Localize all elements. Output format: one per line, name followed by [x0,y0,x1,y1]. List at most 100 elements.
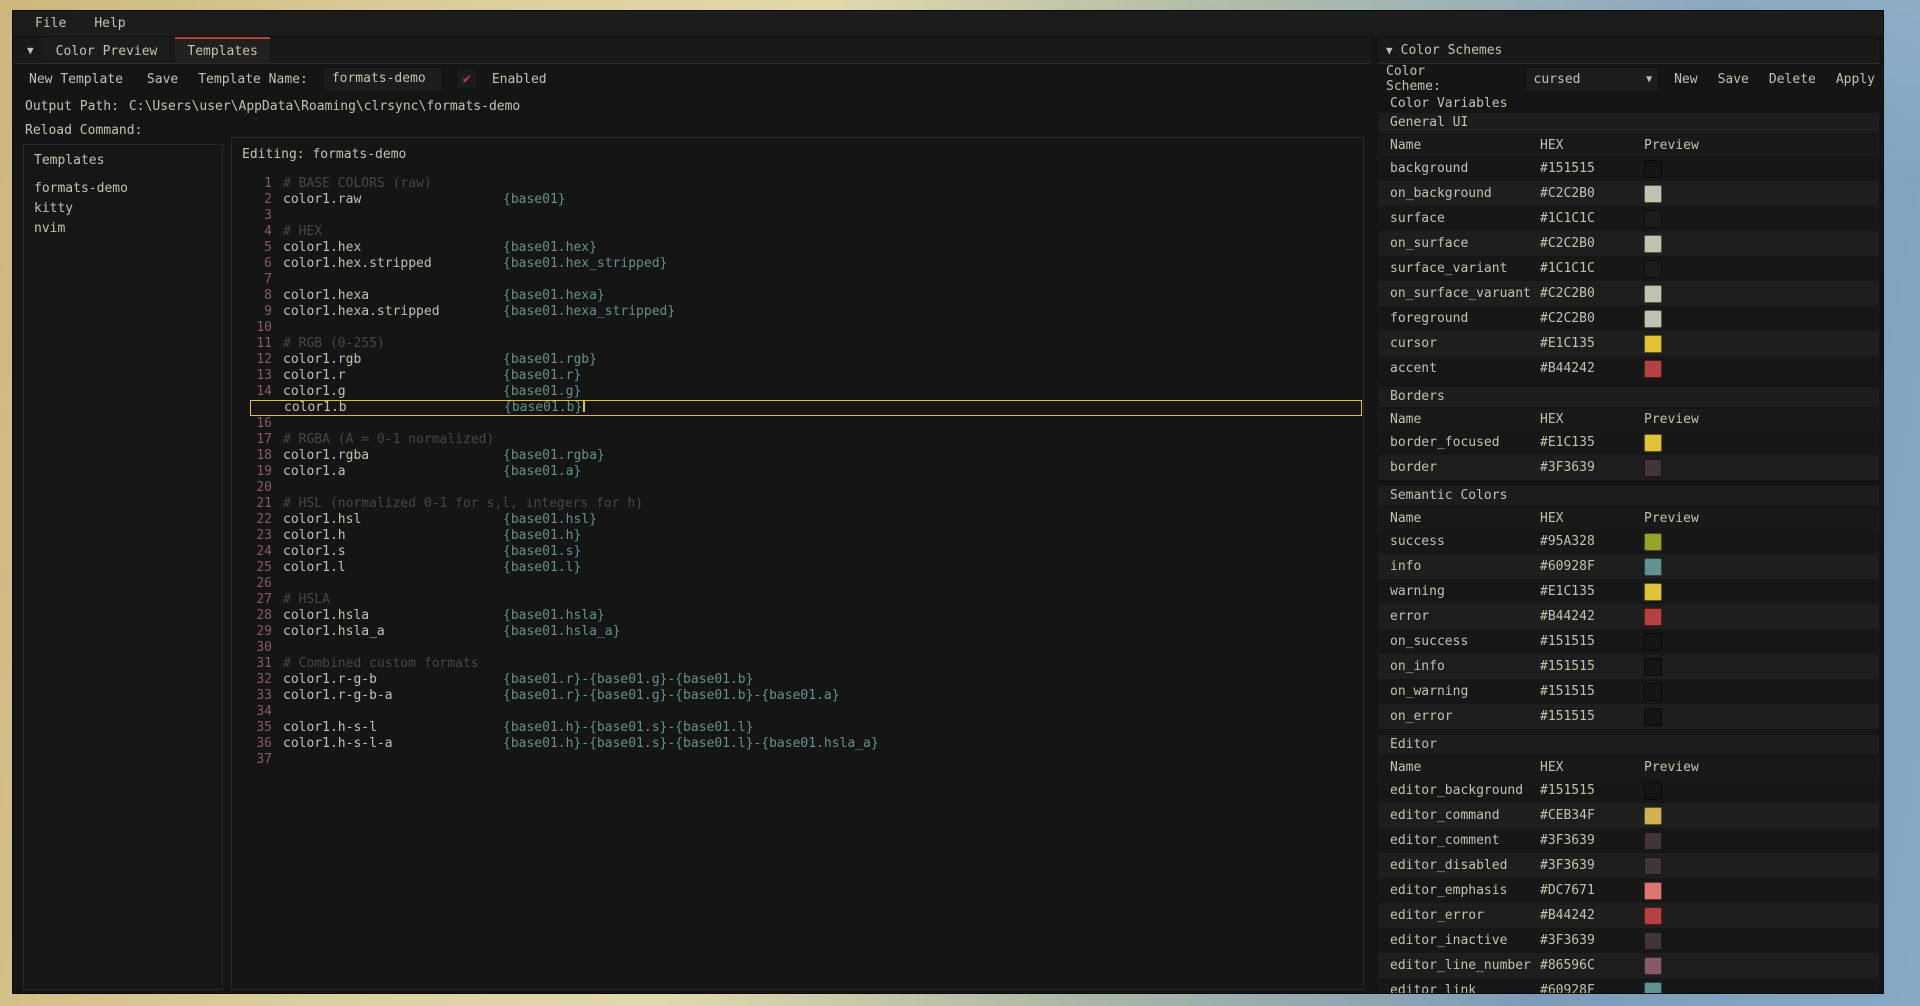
variable-hex-value[interactable]: #3F3639 [1540,933,1644,948]
output-path-value[interactable]: C:\Users\user\AppData\Roaming\clrsync\fo… [129,99,520,114]
editor-code-line[interactable]: 1 # BASE COLORS (raw) [232,176,1363,192]
color-scheme-dropdown[interactable]: cursed ▼ [1526,68,1659,90]
color-swatch[interactable] [1644,633,1662,651]
scheme-delete-button[interactable]: Delete [1765,70,1820,89]
color-variable-row[interactable]: info #60928F [1378,554,1879,579]
variable-hex-value[interactable]: #86596C [1540,958,1644,973]
scheme-save-button[interactable]: Save [1714,70,1753,89]
color-swatch[interactable] [1644,210,1662,228]
variable-hex-value[interactable]: #60928F [1540,559,1644,574]
menu-file[interactable]: File [35,16,66,31]
color-swatch[interactable] [1644,335,1662,353]
color-variable-row[interactable]: on_success #151515 [1378,629,1879,654]
color-swatch[interactable] [1644,982,1662,994]
color-variable-row[interactable]: on_warning #151515 [1378,679,1879,704]
color-swatch[interactable] [1644,310,1662,328]
editor-code-line[interactable]: 2 color1.raw{base01} [232,192,1363,208]
color-swatch[interactable] [1644,459,1662,477]
editor-code-line[interactable]: 25 color1.l{base01.l} [232,560,1363,576]
color-variable-row[interactable]: background #151515 [1378,156,1879,181]
color-variable-row[interactable]: cursor #E1C135 [1378,331,1879,356]
color-variable-row[interactable]: editor_link #60928F [1378,978,1879,993]
color-variable-row[interactable]: editor_emphasis #DC7671 [1378,878,1879,903]
editor-code-line[interactable]: 13 color1.r{base01.r} [232,368,1363,384]
variable-hex-value[interactable]: #CEB34F [1540,808,1644,823]
template-editor[interactable]: 1 # BASE COLORS (raw) 2 color1.raw{base0… [232,176,1363,768]
editor-code-line[interactable]: 16 [232,416,1363,432]
editor-code-line[interactable]: 20 [232,480,1363,496]
color-variable-row[interactable]: on_surface #C2C2B0 [1378,231,1879,256]
color-variable-row[interactable]: editor_comment #3F3639 [1378,828,1879,853]
color-variable-row[interactable]: on_background #C2C2B0 [1378,181,1879,206]
variable-hex-value[interactable]: #1C1C1C [1540,211,1644,226]
menu-help[interactable]: Help [94,16,125,31]
color-swatch[interactable] [1644,782,1662,800]
section-header[interactable]: General UI [1378,113,1879,133]
color-variable-row[interactable]: success #95A328 [1378,529,1879,554]
editor-code-line[interactable]: 32 color1.r-g-b{base01.r}-{base01.g}-{ba… [232,672,1363,688]
variable-hex-value[interactable]: #B44242 [1540,609,1644,624]
color-swatch[interactable] [1644,683,1662,701]
collapse-arrow-icon[interactable]: ▼ [13,44,44,57]
variable-hex-value[interactable]: #151515 [1540,634,1644,649]
color-swatch[interactable] [1644,185,1662,203]
color-variable-row[interactable]: editor_inactive #3F3639 [1378,928,1879,953]
color-swatch[interactable] [1644,235,1662,253]
editor-code-line[interactable]: 14 color1.g{base01.g} [232,384,1363,400]
tab-templates[interactable]: Templates [175,37,269,63]
template-name-input[interactable]: formats-demo [324,68,442,90]
section-header[interactable]: Editor [1378,735,1879,755]
template-list-item[interactable]: nvim [24,219,222,239]
variable-hex-value[interactable]: #C2C2B0 [1540,186,1644,201]
variable-hex-value[interactable]: #B44242 [1540,361,1644,376]
color-variable-row[interactable]: surface #1C1C1C [1378,206,1879,231]
color-variable-row[interactable]: on_info #151515 [1378,654,1879,679]
variable-hex-value[interactable]: #3F3639 [1540,858,1644,873]
editor-code-line[interactable]: 37 [232,752,1363,768]
editor-code-line[interactable]: 10 [232,320,1363,336]
editor-code-line[interactable]: 35 color1.h-s-l{base01.h}-{base01.s}-{ba… [232,720,1363,736]
variable-hex-value[interactable]: #E1C135 [1540,336,1644,351]
color-swatch[interactable] [1644,882,1662,900]
variable-hex-value[interactable]: #151515 [1540,783,1644,798]
new-template-button[interactable]: New Template [25,70,127,89]
variable-hex-value[interactable]: #95A328 [1540,534,1644,549]
color-swatch[interactable] [1644,932,1662,950]
color-variable-row[interactable]: error #B44242 [1378,604,1879,629]
variable-hex-value[interactable]: #C2C2B0 [1540,286,1644,301]
editor-code-line[interactable]: 24 color1.s{base01.s} [232,544,1363,560]
enabled-checkbox[interactable]: ✔ [458,70,476,88]
editor-code-line[interactable]: 3 [232,208,1363,224]
color-swatch[interactable] [1644,907,1662,925]
editor-code-line[interactable]: 28 color1.hsla{base01.hsla} [232,608,1363,624]
editor-code-line[interactable]: 18 color1.rgba{base01.rgba} [232,448,1363,464]
editor-code-line[interactable]: 7 [232,272,1363,288]
color-variable-row[interactable]: on_surface_varuant #C2C2B0 [1378,281,1879,306]
color-swatch[interactable] [1644,160,1662,178]
editor-code-line[interactable]: 8 color1.hexa{base01.hexa} [232,288,1363,304]
tab-color-preview[interactable]: Color Preview [44,37,170,63]
variable-hex-value[interactable]: #DC7671 [1540,883,1644,898]
editor-code-line[interactable]: 23 color1.h{base01.h} [232,528,1363,544]
editor-code-line[interactable]: 27 # HSLA [232,592,1363,608]
color-variable-row[interactable]: editor_error #B44242 [1378,903,1879,928]
variable-hex-value[interactable]: #1C1C1C [1540,261,1644,276]
scheme-apply-button[interactable]: Apply [1832,70,1879,89]
color-swatch[interactable] [1644,260,1662,278]
variable-hex-value[interactable]: #60928F [1540,983,1644,993]
color-swatch[interactable] [1644,360,1662,378]
editor-code-line[interactable]: 36 color1.h-s-l-a{base01.h}-{base01.s}-{… [232,736,1363,752]
color-variable-row[interactable]: border_focused #E1C135 [1378,430,1879,455]
color-swatch[interactable] [1644,608,1662,626]
color-swatch[interactable] [1644,857,1662,875]
editor-code-line[interactable]: 31 # Combined custom formats [232,656,1363,672]
color-swatch[interactable] [1644,285,1662,303]
scheme-new-button[interactable]: New [1670,70,1701,89]
color-variable-row[interactable]: warning #E1C135 [1378,579,1879,604]
variable-hex-value[interactable]: #151515 [1540,684,1644,699]
variable-hex-value[interactable]: #C2C2B0 [1540,311,1644,326]
section-header[interactable]: Semantic Colors [1378,486,1879,506]
editor-code-line[interactable]: 5 color1.hex{base01.hex} [232,240,1363,256]
template-list-item[interactable]: kitty [24,199,222,219]
template-list-item[interactable]: formats-demo [24,179,222,199]
